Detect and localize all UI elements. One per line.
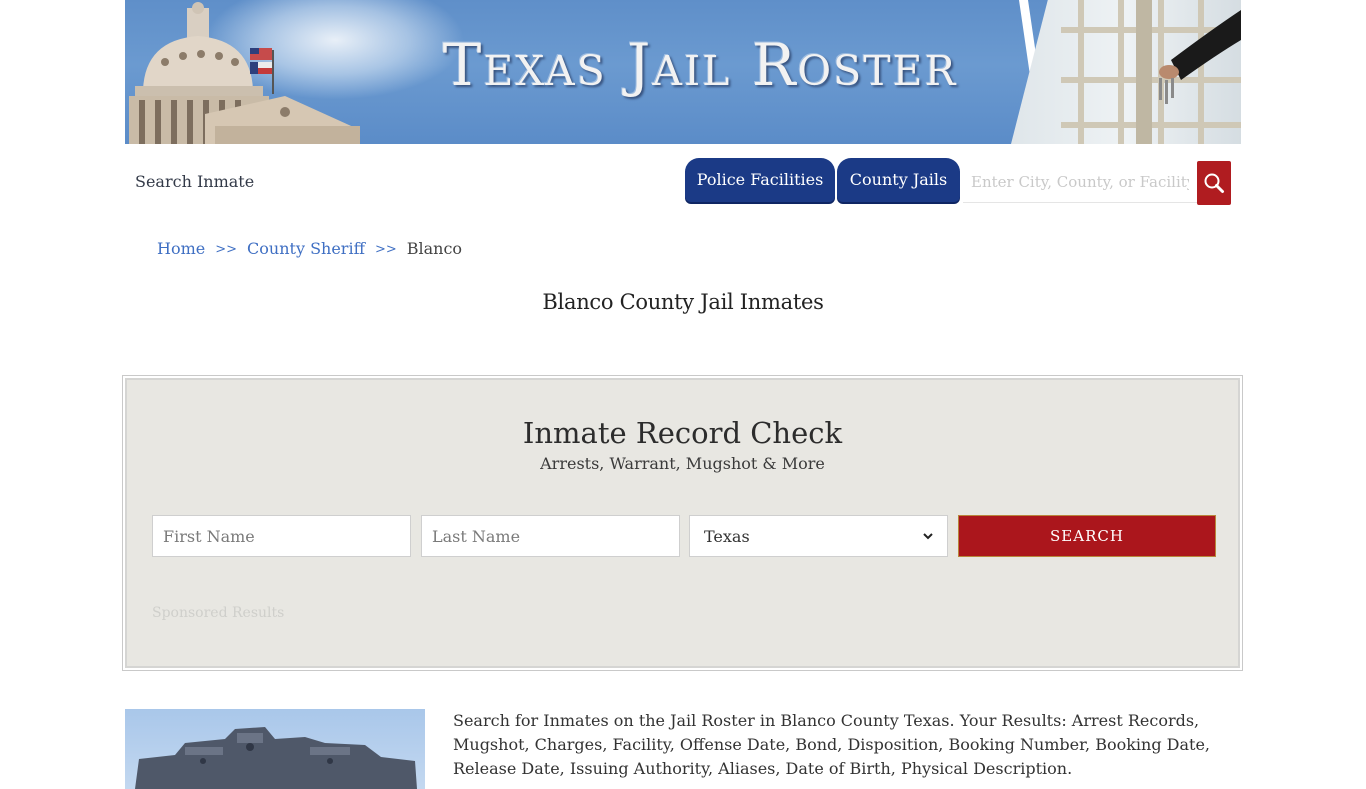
site-banner[interactable]: Texas Jail Roster xyxy=(125,0,1241,144)
capitol-dome-image xyxy=(129,2,360,144)
facility-search-button[interactable] xyxy=(1197,161,1231,205)
inmate-record-check-panel: Inmate Record Check Arrests, Warrant, Mu… xyxy=(122,375,1243,671)
sponsored-results-label: Sponsored Results xyxy=(152,605,285,621)
breadcrumb-current: Blanco xyxy=(406,239,463,258)
chevron-down-icon xyxy=(923,533,933,540)
record-check-subtitle: Arrests, Warrant, Mugshot & More xyxy=(540,454,825,473)
intro-paragraph: Search for Inmates on the Jail Roster in… xyxy=(453,711,1211,778)
breadcrumb-home[interactable]: Home xyxy=(157,239,205,260)
state-select-value: Texas xyxy=(704,526,750,546)
page-title: Blanco County Jail Inmates xyxy=(542,290,824,314)
jail-door-image xyxy=(1011,0,1241,144)
record-search-button[interactable]: SEARCH xyxy=(958,515,1216,557)
cell-bars-graphic xyxy=(1061,0,1241,144)
breadcrumb-separator: >> xyxy=(215,242,238,257)
tab-police-facilities[interactable]: Police Facilities xyxy=(685,158,835,202)
record-check-inner: Inmate Record Check Arrests, Warrant, Mu… xyxy=(125,378,1240,668)
breadcrumb: Home >> County Sheriff >> Blanco xyxy=(157,239,462,260)
courthouse-graphic xyxy=(135,727,417,789)
last-name-input[interactable] xyxy=(421,515,680,557)
search-inmate-link[interactable]: Search Inmate xyxy=(135,172,254,191)
breadcrumb-county-sheriff[interactable]: County Sheriff xyxy=(247,239,365,260)
tab-county-jails[interactable]: County Jails xyxy=(837,158,960,202)
facility-search-input[interactable] xyxy=(963,161,1197,203)
breadcrumb-separator: >> xyxy=(374,242,397,257)
record-check-title: Inmate Record Check xyxy=(522,416,843,450)
search-icon xyxy=(1204,173,1224,193)
county-courthouse-image xyxy=(125,709,425,789)
site-title: Texas Jail Roster xyxy=(442,31,958,99)
state-select[interactable]: Texas xyxy=(689,515,948,557)
first-name-input[interactable] xyxy=(152,515,411,557)
